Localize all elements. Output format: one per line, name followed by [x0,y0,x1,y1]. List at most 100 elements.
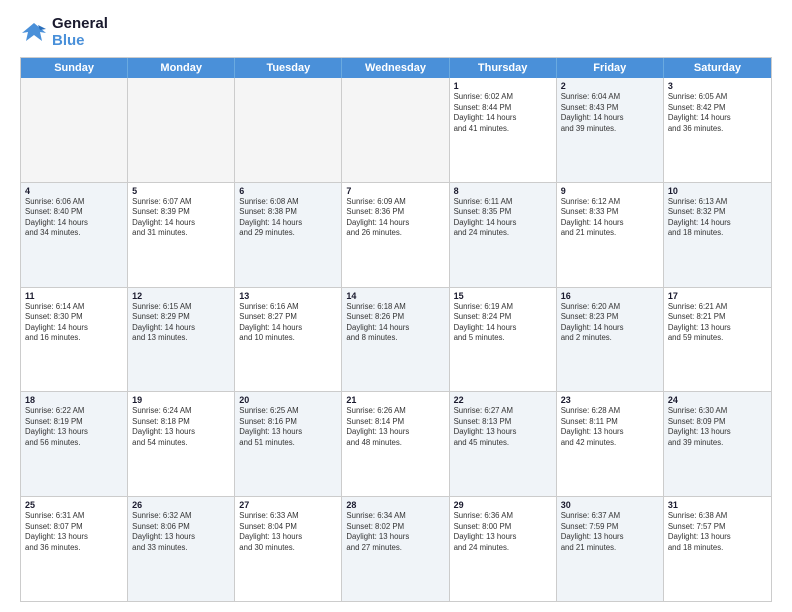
cell-info: Sunrise: 6:28 AM Sunset: 8:11 PM Dayligh… [561,406,659,448]
day-number: 29 [454,500,552,510]
day-number: 25 [25,500,123,510]
day-number: 15 [454,291,552,301]
calendar-cell [235,78,342,182]
logo-icon [20,19,48,47]
cell-info: Sunrise: 6:22 AM Sunset: 8:19 PM Dayligh… [25,406,123,448]
calendar-cell: 24Sunrise: 6:30 AM Sunset: 8:09 PM Dayli… [664,392,771,496]
cell-info: Sunrise: 6:07 AM Sunset: 8:39 PM Dayligh… [132,197,230,239]
cell-info: Sunrise: 6:15 AM Sunset: 8:29 PM Dayligh… [132,302,230,344]
day-number: 2 [561,81,659,91]
cell-info: Sunrise: 6:06 AM Sunset: 8:40 PM Dayligh… [25,197,123,239]
day-number: 9 [561,186,659,196]
cell-info: Sunrise: 6:08 AM Sunset: 8:38 PM Dayligh… [239,197,337,239]
calendar-cell: 10Sunrise: 6:13 AM Sunset: 8:32 PM Dayli… [664,183,771,287]
cell-info: Sunrise: 6:14 AM Sunset: 8:30 PM Dayligh… [25,302,123,344]
cell-info: Sunrise: 6:11 AM Sunset: 8:35 PM Dayligh… [454,197,552,239]
day-number: 18 [25,395,123,405]
logo-text: General Blue [52,16,108,49]
calendar-cell: 30Sunrise: 6:37 AM Sunset: 7:59 PM Dayli… [557,497,664,601]
calendar-cell: 17Sunrise: 6:21 AM Sunset: 8:21 PM Dayli… [664,288,771,392]
calendar-header-cell: Wednesday [342,58,449,78]
calendar: SundayMondayTuesdayWednesdayThursdayFrid… [20,57,772,602]
calendar-cell: 18Sunrise: 6:22 AM Sunset: 8:19 PM Dayli… [21,392,128,496]
calendar-cell: 25Sunrise: 6:31 AM Sunset: 8:07 PM Dayli… [21,497,128,601]
cell-info: Sunrise: 6:24 AM Sunset: 8:18 PM Dayligh… [132,406,230,448]
cell-info: Sunrise: 6:26 AM Sunset: 8:14 PM Dayligh… [346,406,444,448]
header: General Blue [20,16,772,49]
calendar-cell: 15Sunrise: 6:19 AM Sunset: 8:24 PM Dayli… [450,288,557,392]
cell-info: Sunrise: 6:38 AM Sunset: 7:57 PM Dayligh… [668,511,767,553]
day-number: 7 [346,186,444,196]
day-number: 27 [239,500,337,510]
day-number: 8 [454,186,552,196]
day-number: 14 [346,291,444,301]
day-number: 26 [132,500,230,510]
calendar-row: 11Sunrise: 6:14 AM Sunset: 8:30 PM Dayli… [21,288,771,393]
calendar-cell: 13Sunrise: 6:16 AM Sunset: 8:27 PM Dayli… [235,288,342,392]
day-number: 5 [132,186,230,196]
day-number: 10 [668,186,767,196]
day-number: 20 [239,395,337,405]
calendar-header-cell: Tuesday [235,58,342,78]
calendar-header-cell: Saturday [664,58,771,78]
calendar-cell: 4Sunrise: 6:06 AM Sunset: 8:40 PM Daylig… [21,183,128,287]
day-number: 12 [132,291,230,301]
cell-info: Sunrise: 6:25 AM Sunset: 8:16 PM Dayligh… [239,406,337,448]
day-number: 3 [668,81,767,91]
calendar-header-cell: Sunday [21,58,128,78]
cell-info: Sunrise: 6:19 AM Sunset: 8:24 PM Dayligh… [454,302,552,344]
calendar-cell: 28Sunrise: 6:34 AM Sunset: 8:02 PM Dayli… [342,497,449,601]
cell-info: Sunrise: 6:12 AM Sunset: 8:33 PM Dayligh… [561,197,659,239]
calendar-cell: 31Sunrise: 6:38 AM Sunset: 7:57 PM Dayli… [664,497,771,601]
cell-info: Sunrise: 6:33 AM Sunset: 8:04 PM Dayligh… [239,511,337,553]
cell-info: Sunrise: 6:09 AM Sunset: 8:36 PM Dayligh… [346,197,444,239]
day-number: 1 [454,81,552,91]
cell-info: Sunrise: 6:13 AM Sunset: 8:32 PM Dayligh… [668,197,767,239]
cell-info: Sunrise: 6:05 AM Sunset: 8:42 PM Dayligh… [668,92,767,134]
calendar-cell: 23Sunrise: 6:28 AM Sunset: 8:11 PM Dayli… [557,392,664,496]
calendar-cell: 29Sunrise: 6:36 AM Sunset: 8:00 PM Dayli… [450,497,557,601]
cell-info: Sunrise: 6:34 AM Sunset: 8:02 PM Dayligh… [346,511,444,553]
cell-info: Sunrise: 6:04 AM Sunset: 8:43 PM Dayligh… [561,92,659,134]
calendar-row: 25Sunrise: 6:31 AM Sunset: 8:07 PM Dayli… [21,497,771,601]
cell-info: Sunrise: 6:32 AM Sunset: 8:06 PM Dayligh… [132,511,230,553]
cell-info: Sunrise: 6:37 AM Sunset: 7:59 PM Dayligh… [561,511,659,553]
calendar-cell: 22Sunrise: 6:27 AM Sunset: 8:13 PM Dayli… [450,392,557,496]
calendar-cell: 14Sunrise: 6:18 AM Sunset: 8:26 PM Dayli… [342,288,449,392]
logo: General Blue [20,16,108,49]
day-number: 21 [346,395,444,405]
calendar-cell [21,78,128,182]
cell-info: Sunrise: 6:20 AM Sunset: 8:23 PM Dayligh… [561,302,659,344]
calendar-cell: 7Sunrise: 6:09 AM Sunset: 8:36 PM Daylig… [342,183,449,287]
calendar-cell: 19Sunrise: 6:24 AM Sunset: 8:18 PM Dayli… [128,392,235,496]
day-number: 22 [454,395,552,405]
calendar-header: SundayMondayTuesdayWednesdayThursdayFrid… [21,58,771,78]
day-number: 4 [25,186,123,196]
calendar-body: 1Sunrise: 6:02 AM Sunset: 8:44 PM Daylig… [21,78,771,601]
calendar-cell [128,78,235,182]
calendar-row: 1Sunrise: 6:02 AM Sunset: 8:44 PM Daylig… [21,78,771,183]
day-number: 13 [239,291,337,301]
day-number: 16 [561,291,659,301]
calendar-cell: 9Sunrise: 6:12 AM Sunset: 8:33 PM Daylig… [557,183,664,287]
calendar-cell [342,78,449,182]
day-number: 31 [668,500,767,510]
day-number: 11 [25,291,123,301]
calendar-cell: 5Sunrise: 6:07 AM Sunset: 8:39 PM Daylig… [128,183,235,287]
calendar-cell: 27Sunrise: 6:33 AM Sunset: 8:04 PM Dayli… [235,497,342,601]
calendar-cell: 8Sunrise: 6:11 AM Sunset: 8:35 PM Daylig… [450,183,557,287]
calendar-cell: 2Sunrise: 6:04 AM Sunset: 8:43 PM Daylig… [557,78,664,182]
calendar-cell: 6Sunrise: 6:08 AM Sunset: 8:38 PM Daylig… [235,183,342,287]
calendar-cell: 16Sunrise: 6:20 AM Sunset: 8:23 PM Dayli… [557,288,664,392]
calendar-cell: 12Sunrise: 6:15 AM Sunset: 8:29 PM Dayli… [128,288,235,392]
day-number: 30 [561,500,659,510]
calendar-cell: 11Sunrise: 6:14 AM Sunset: 8:30 PM Dayli… [21,288,128,392]
calendar-row: 4Sunrise: 6:06 AM Sunset: 8:40 PM Daylig… [21,183,771,288]
calendar-header-cell: Friday [557,58,664,78]
cell-info: Sunrise: 6:02 AM Sunset: 8:44 PM Dayligh… [454,92,552,134]
calendar-cell: 26Sunrise: 6:32 AM Sunset: 8:06 PM Dayli… [128,497,235,601]
calendar-cell: 20Sunrise: 6:25 AM Sunset: 8:16 PM Dayli… [235,392,342,496]
cell-info: Sunrise: 6:36 AM Sunset: 8:00 PM Dayligh… [454,511,552,553]
day-number: 23 [561,395,659,405]
calendar-header-cell: Monday [128,58,235,78]
